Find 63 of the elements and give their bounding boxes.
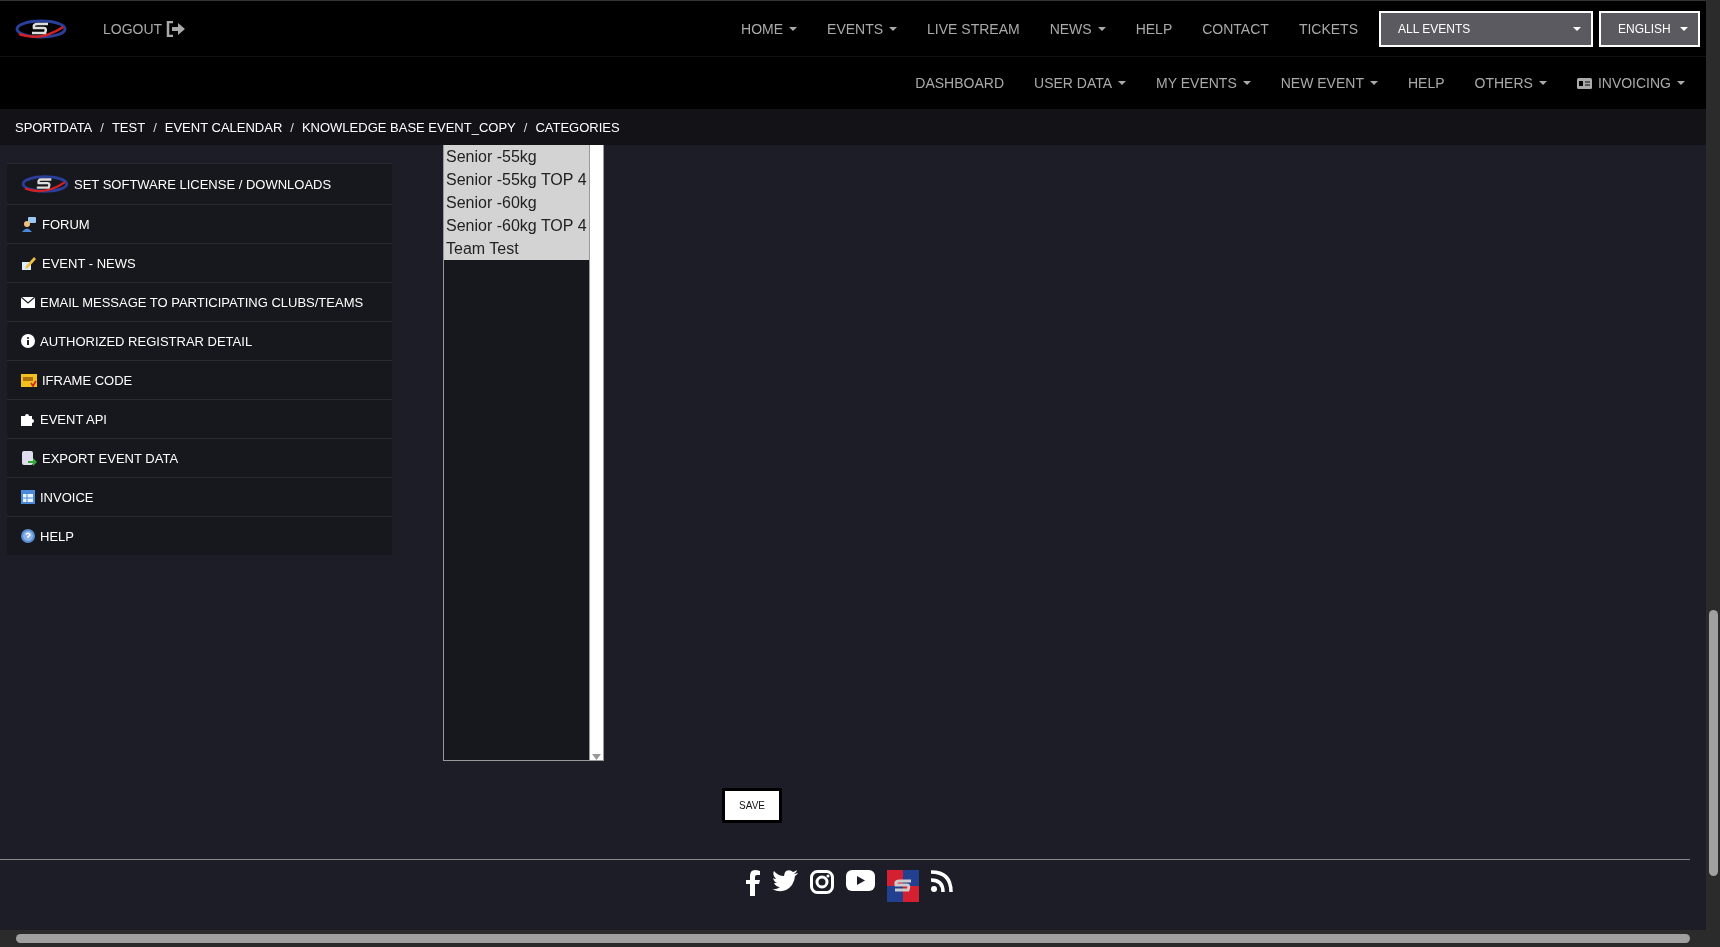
puzzle-icon	[21, 412, 35, 426]
logout-icon	[166, 20, 187, 37]
export-file-icon	[21, 450, 37, 466]
event-select[interactable]: ALL EVENTS	[1379, 10, 1593, 47]
person-icon	[21, 216, 37, 232]
list-option[interactable]: Senior -60kg TOP 4	[444, 214, 589, 237]
sidebar-item[interactable]: EXPORT EVENT DATA	[7, 438, 392, 477]
css-file-icon	[21, 373, 37, 387]
nav-link[interactable]: CONTACT	[1187, 20, 1284, 37]
list-option[interactable]: Senior -55kg TOP 4	[444, 168, 589, 191]
sidebar-item[interactable]: SET SOFTWARE LICENSE / DOWNLOADS	[7, 163, 392, 204]
sidebar-item[interactable]: FORUM	[7, 204, 392, 243]
list-option[interactable]: Senior -60kg	[444, 191, 589, 214]
nav-link[interactable]: HOME	[726, 20, 813, 37]
sidebar-item[interactable]: EVENT API	[7, 399, 392, 438]
table-icon	[21, 490, 35, 504]
logout-link[interactable]: LOGOUT	[103, 20, 187, 37]
nav-link[interactable]: NEWS	[1034, 20, 1121, 37]
list-option[interactable]: Senior -55kg	[444, 145, 589, 168]
sidebar-item[interactable]: AUTHORIZED REGISTRAR DETAIL	[7, 321, 392, 360]
play-icon[interactable]	[845, 870, 875, 891]
nav-link[interactable]: TICKETS	[1283, 20, 1373, 37]
nav-link[interactable]: LIVE STREAM	[912, 20, 1035, 37]
facebook-icon[interactable]	[745, 870, 760, 896]
nav-link[interactable]: HELP	[1392, 75, 1460, 91]
sidebar-item[interactable]: EVENT - NEWS	[7, 243, 392, 282]
breadcrumb-link[interactable]: TEST	[111, 119, 146, 135]
nav-link[interactable]: MY EVENTS	[1141, 75, 1266, 91]
id-card-icon	[1576, 77, 1592, 89]
save-button[interactable]: SAVE	[722, 788, 782, 823]
logo-icon[interactable]	[886, 870, 919, 902]
logo-icon	[21, 174, 69, 194]
envelope-icon	[21, 296, 35, 308]
rss-icon[interactable]	[930, 870, 953, 892]
sidebar-item[interactable]: EMAIL MESSAGE TO PARTICIPATING CLUBS/TEAMS	[7, 282, 392, 321]
breadcrumb-link[interactable]: KNOWLEDGE BASE EVENT_COPY	[301, 119, 516, 135]
camera-icon[interactable]	[809, 870, 834, 894]
nav-link[interactable]: HELP	[1120, 20, 1188, 37]
breadcrumb-separator: /	[523, 119, 528, 135]
nav-link[interactable]: NEW EVENT	[1265, 75, 1393, 91]
sidebar-item[interactable]: IFRAME CODE	[7, 360, 392, 399]
nav-link[interactable]: EVENTS	[812, 20, 913, 37]
logo	[15, 17, 67, 40]
sidebar-item[interactable]: HELP	[7, 516, 392, 555]
breadcrumb-separator: /	[153, 119, 157, 135]
language-select[interactable]: ENGLISH	[1599, 10, 1700, 47]
breadcrumb-separator: /	[100, 119, 104, 135]
breadcrumb-link[interactable]: SPORTDATA	[15, 119, 93, 135]
category-listbox[interactable]: Senior -55kg Senior -55kg TOP 4 Senior -60kg Senior -60kg TOP 4 Team Test	[443, 145, 604, 761]
breadcrumb-link[interactable]: CATEGORIES	[535, 119, 620, 135]
nav-link[interactable]: USER DATA	[1019, 75, 1142, 91]
breadcrumb-separator: /	[290, 119, 294, 135]
info-icon	[21, 334, 35, 348]
breadcrumb-link[interactable]: EVENT CALENDAR	[164, 119, 283, 135]
help-icon	[21, 529, 35, 543]
bird-icon[interactable]	[771, 870, 798, 892]
nav-link[interactable]: INVOICING	[1561, 75, 1700, 91]
nav-link[interactable]: OTHERS	[1459, 75, 1562, 91]
pencil-icon	[21, 255, 37, 271]
list-option[interactable]: Team Test	[444, 237, 589, 260]
sidebar-item[interactable]: INVOICE	[7, 477, 392, 516]
scroll-down-icon[interactable]	[592, 754, 601, 760]
nav-link[interactable]: DASHBOARD	[900, 75, 1019, 91]
